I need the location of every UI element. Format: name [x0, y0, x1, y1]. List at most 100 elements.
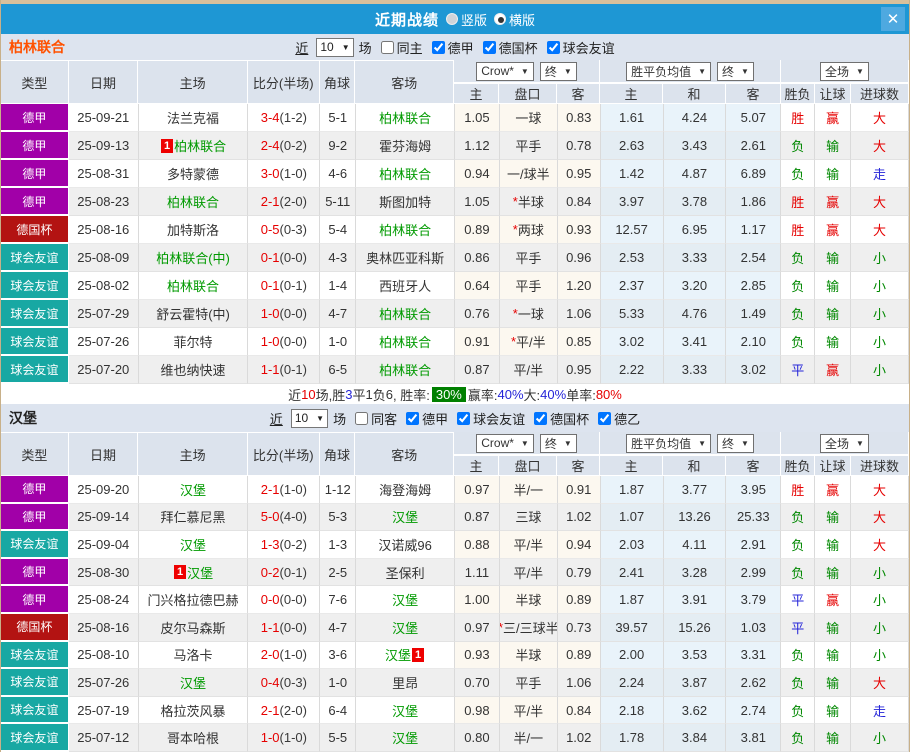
score-cell: 2-0 (1-0)	[248, 641, 321, 670]
close-button[interactable]: ✕	[881, 7, 905, 31]
dropdown-group: Crow* ▼ 终 ▼	[454, 60, 600, 82]
header-mean_home: 主	[600, 83, 663, 104]
score-cell: 2-1 (2-0)	[248, 188, 321, 216]
header-dropdown[interactable]: 全场 ▼	[820, 61, 869, 81]
header-dropdown[interactable]: 胜平负均值 ▼	[626, 433, 711, 453]
header-dropdown[interactable]: 终 ▼	[539, 61, 577, 81]
summary-text: 大:	[523, 387, 541, 403]
mean-away-cell: 2.85	[726, 272, 782, 300]
recent-link[interactable]: 近	[295, 38, 308, 57]
odds-home-cell: 1.00	[454, 586, 500, 614]
halftime-score: (0-1)	[279, 278, 307, 293]
corner-count: 7-6	[320, 586, 357, 614]
header-dropdown[interactable]: Crow* ▼	[476, 61, 534, 81]
result-handicap: 输	[815, 696, 852, 725]
halftime-score: (0-0)	[279, 306, 307, 321]
home-team-name: 汉堡	[180, 675, 207, 691]
header-dropdown-value: 终	[722, 436, 735, 451]
mean-home-cell: 2.03	[600, 531, 664, 559]
odds-away-cell: 1.06	[557, 300, 601, 328]
handicap-text: 平/半	[516, 335, 546, 350]
corner-count: 1-3	[320, 531, 357, 559]
same-venue-checkbox[interactable]	[380, 40, 394, 54]
mean-away-cell: 5.07	[726, 104, 782, 132]
result-winloss: 负	[781, 328, 816, 356]
league-checkbox-德甲[interactable]	[406, 411, 420, 425]
header-odds_away: 客	[557, 455, 600, 476]
mean-draw-cell: 3.78	[663, 188, 727, 216]
match-count-select[interactable]: 10 ▼	[290, 408, 329, 428]
home-team-cell: 法兰克福	[138, 104, 249, 132]
summary-text: , 胜率:	[393, 387, 430, 403]
handicap-cell: * 两球	[499, 216, 558, 244]
match-row: 德甲 25-08-30 1 汉堡 0-2 (0-1) 2-5 圣保利 1.11 平/半 0.79 2.…	[1, 558, 909, 587]
header-score: 比分(半场)	[247, 432, 320, 476]
score-cell: 1-1 (0-1)	[248, 356, 321, 384]
odds-away-cell: 1.20	[557, 272, 601, 300]
radio-vertical-layout[interactable]: 竖版	[445, 10, 487, 29]
corner-count: 1-0	[320, 669, 357, 697]
corner-count: 5-5	[320, 724, 357, 752]
header-dropdown[interactable]: Crow* ▼	[476, 433, 534, 453]
mean-home-cell: 2.41	[600, 558, 664, 587]
mean-home-cell: 1.61	[600, 104, 664, 132]
match-date: 25-07-26	[68, 669, 139, 697]
halftime-score: (1-0)	[279, 166, 307, 181]
header-dropdown[interactable]: 全场 ▼	[820, 433, 869, 453]
odds-home-cell: 0.97	[454, 613, 500, 642]
mean-home-cell: 2.53	[600, 244, 664, 272]
away-team-cell: 汉堡 1	[356, 641, 455, 670]
header-home: 主场	[138, 60, 248, 104]
league-checkbox-德国杯[interactable]	[534, 411, 548, 425]
league-checkbox-球会友谊[interactable]	[546, 40, 560, 54]
header-dropdown[interactable]: 胜平负均值 ▼	[626, 61, 711, 81]
summary-text: 10	[301, 386, 316, 402]
score-cell: 2-4 (0-2)	[248, 132, 321, 160]
odds-away-cell: 0.79	[557, 558, 601, 587]
radio-horizontal-layout[interactable]: 横版	[494, 10, 535, 29]
corner-count: 5-11	[320, 188, 357, 216]
mean-away-cell: 3.79	[726, 586, 782, 614]
header-mean_draw: 和	[663, 455, 726, 476]
home-team-cell: 汉堡	[138, 476, 249, 504]
radio-checked-icon[interactable]	[494, 13, 506, 25]
halftime-score: (0-0)	[279, 592, 307, 608]
mean-home-cell: 39.57	[600, 613, 664, 642]
league-checkbox-德乙[interactable]	[598, 411, 612, 425]
away-team-cell: 汉堡	[356, 503, 455, 532]
league-badge: 德国杯	[1, 613, 69, 642]
league-badge: 球会友谊	[1, 724, 69, 752]
header-dropdown[interactable]: 终 ▼	[717, 61, 754, 81]
radio-icon[interactable]	[445, 13, 458, 25]
sub-header-row: 主盘口客主和客胜负 让球 进球数	[454, 83, 909, 104]
away-team-cell: 汉堡	[356, 613, 455, 642]
score-cell: 0-1 (0-0)	[248, 244, 321, 272]
fulltime-score: 2-1	[260, 702, 280, 718]
halftime-score: (1-0)	[279, 647, 307, 663]
league-badge: 德甲	[1, 104, 69, 132]
match-count-select[interactable]: 10 ▼	[316, 37, 354, 57]
odds-away-cell: 0.95	[557, 356, 601, 384]
home-team-name: 菲尔特	[173, 335, 213, 350]
summary-text: 3	[345, 386, 353, 402]
result-winloss: 胜	[781, 216, 816, 244]
fulltime-score: 1-3	[260, 536, 280, 552]
result-winloss: 负	[781, 558, 816, 587]
odds-home-cell: 0.98	[454, 696, 500, 725]
league-checkbox-球会友谊[interactable]	[457, 411, 471, 425]
league-checkbox-德甲[interactable]	[431, 40, 445, 54]
same-venue-checkbox[interactable]	[355, 411, 369, 425]
home-team-name: 柏林联合(中)	[156, 251, 230, 266]
league-checkbox-德国杯[interactable]	[482, 40, 496, 54]
match-row: 球会友谊 25-07-26 汉堡 0-4 (0-3) 1-0 里昂 0.70 平手 1.06 2.2…	[1, 669, 909, 697]
header-away: 客场	[355, 432, 454, 476]
fulltime-score: 0-1	[260, 250, 280, 265]
match-row: 球会友谊 25-08-10 马洛卡 2-0 (1-0) 3-6 汉堡 1 0.93 半球 0.89 2…	[1, 641, 909, 670]
header-dropdown[interactable]: 终 ▼	[717, 433, 754, 453]
match-date: 25-08-30	[68, 558, 139, 587]
mean-draw-cell: 13.26	[663, 503, 727, 532]
away-team-cell: 里昂	[356, 669, 455, 697]
recent-link[interactable]: 近	[270, 409, 283, 428]
match-row: 球会友谊 25-08-02 柏林联合 0-1 (0-1) 1-4 西班牙人 0.64 平手 1.2…	[1, 272, 909, 300]
header-dropdown[interactable]: 终 ▼	[539, 433, 577, 453]
